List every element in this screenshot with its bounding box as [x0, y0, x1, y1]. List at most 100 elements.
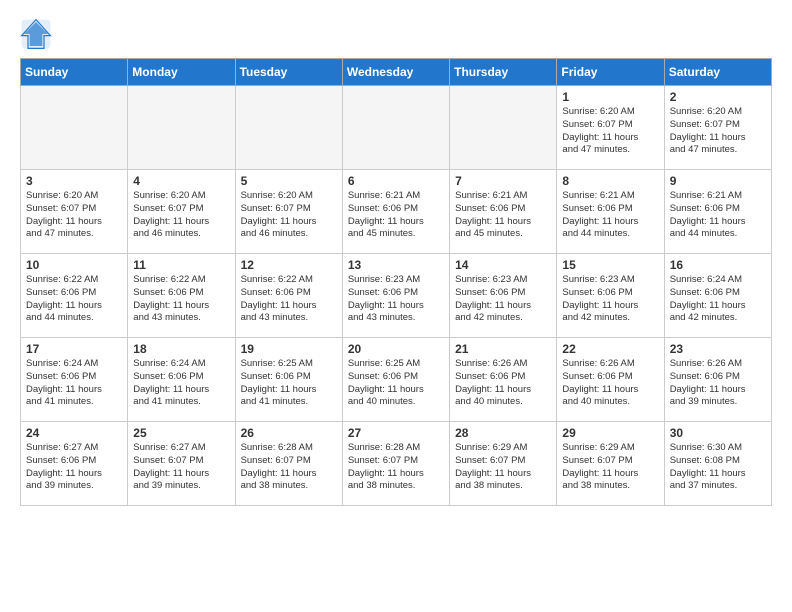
day-number: 6 [348, 174, 444, 188]
day-info: Sunrise: 6:29 AM Sunset: 6:07 PM Dayligh… [455, 442, 551, 493]
calendar-cell: 12 Sunrise: 6:22 AM Sunset: 6:06 PM Dayli… [235, 254, 342, 338]
calendar-cell: 30 Sunrise: 6:30 AM Sunset: 6:08 PM Dayli… [664, 422, 771, 506]
day-info: Sunrise: 6:23 AM Sunset: 6:06 PM Dayligh… [562, 274, 658, 325]
weekday-header-tuesday: Tuesday [235, 59, 342, 86]
day-info: Sunrise: 6:25 AM Sunset: 6:06 PM Dayligh… [241, 358, 337, 409]
day-info: Sunrise: 6:25 AM Sunset: 6:06 PM Dayligh… [348, 358, 444, 409]
calendar-cell [450, 86, 557, 170]
calendar-cell: 7 Sunrise: 6:21 AM Sunset: 6:06 PM Daylig… [450, 170, 557, 254]
day-info: Sunrise: 6:24 AM Sunset: 6:06 PM Dayligh… [133, 358, 229, 409]
day-info: Sunrise: 6:20 AM Sunset: 6:07 PM Dayligh… [241, 190, 337, 241]
day-number: 13 [348, 258, 444, 272]
day-number: 15 [562, 258, 658, 272]
day-info: Sunrise: 6:24 AM Sunset: 6:06 PM Dayligh… [670, 274, 766, 325]
day-number: 5 [241, 174, 337, 188]
calendar-week-4: 17 Sunrise: 6:24 AM Sunset: 6:06 PM Dayli… [21, 338, 772, 422]
calendar-cell: 2Sunrise: 6:20 AM Sunset: 6:07 PM Daylig… [664, 86, 771, 170]
calendar-week-3: 10 Sunrise: 6:22 AM Sunset: 6:06 PM Dayli… [21, 254, 772, 338]
calendar-cell: 21 Sunrise: 6:26 AM Sunset: 6:06 PM Dayli… [450, 338, 557, 422]
day-info: Sunrise: 6:20 AM Sunset: 6:07 PM Dayligh… [670, 106, 766, 157]
day-number: 1 [562, 90, 658, 104]
day-info: Sunrise: 6:22 AM Sunset: 6:06 PM Dayligh… [133, 274, 229, 325]
weekday-header-wednesday: Wednesday [342, 59, 449, 86]
day-info: Sunrise: 6:29 AM Sunset: 6:07 PM Dayligh… [562, 442, 658, 493]
calendar-cell: 16 Sunrise: 6:24 AM Sunset: 6:06 PM Dayli… [664, 254, 771, 338]
day-number: 30 [670, 426, 766, 440]
calendar-cell: 29 Sunrise: 6:29 AM Sunset: 6:07 PM Dayli… [557, 422, 664, 506]
day-info: Sunrise: 6:28 AM Sunset: 6:07 PM Dayligh… [348, 442, 444, 493]
calendar-cell: 26 Sunrise: 6:28 AM Sunset: 6:07 PM Dayli… [235, 422, 342, 506]
day-number: 11 [133, 258, 229, 272]
day-number: 23 [670, 342, 766, 356]
calendar-cell: 23Sunrise: 6:26 AM Sunset: 6:06 PM Dayli… [664, 338, 771, 422]
day-info: Sunrise: 6:26 AM Sunset: 6:06 PM Dayligh… [455, 358, 551, 409]
calendar-cell [21, 86, 128, 170]
weekday-header-friday: Friday [557, 59, 664, 86]
calendar-cell: 8 Sunrise: 6:21 AM Sunset: 6:06 PM Daylig… [557, 170, 664, 254]
day-info: Sunrise: 6:24 AM Sunset: 6:06 PM Dayligh… [26, 358, 122, 409]
calendar-cell: 25 Sunrise: 6:27 AM Sunset: 6:07 PM Dayli… [128, 422, 235, 506]
day-number: 21 [455, 342, 551, 356]
day-info: Sunrise: 6:30 AM Sunset: 6:08 PM Dayligh… [670, 442, 766, 493]
weekday-header-thursday: Thursday [450, 59, 557, 86]
calendar-cell: 15 Sunrise: 6:23 AM Sunset: 6:06 PM Dayli… [557, 254, 664, 338]
calendar-week-2: 3Sunrise: 6:20 AM Sunset: 6:07 PM Daylig… [21, 170, 772, 254]
calendar-cell: 10 Sunrise: 6:22 AM Sunset: 6:06 PM Dayli… [21, 254, 128, 338]
calendar-cell: 28Sunrise: 6:29 AM Sunset: 6:07 PM Dayli… [450, 422, 557, 506]
calendar-cell: 14 Sunrise: 6:23 AM Sunset: 6:06 PM Dayli… [450, 254, 557, 338]
day-info: Sunrise: 6:27 AM Sunset: 6:07 PM Dayligh… [133, 442, 229, 493]
day-info: Sunrise: 6:21 AM Sunset: 6:06 PM Dayligh… [348, 190, 444, 241]
day-info: Sunrise: 6:20 AM Sunset: 6:07 PM Dayligh… [133, 190, 229, 241]
day-number: 17 [26, 342, 122, 356]
day-info: Sunrise: 6:21 AM Sunset: 6:06 PM Dayligh… [562, 190, 658, 241]
calendar-cell: 5 Sunrise: 6:20 AM Sunset: 6:07 PM Daylig… [235, 170, 342, 254]
calendar-cell: 18 Sunrise: 6:24 AM Sunset: 6:06 PM Dayli… [128, 338, 235, 422]
calendar-cell: 24 Sunrise: 6:27 AM Sunset: 6:06 PM Dayli… [21, 422, 128, 506]
day-info: Sunrise: 6:21 AM Sunset: 6:06 PM Dayligh… [455, 190, 551, 241]
calendar-cell: 19 Sunrise: 6:25 AM Sunset: 6:06 PM Dayli… [235, 338, 342, 422]
day-number: 18 [133, 342, 229, 356]
day-number: 9 [670, 174, 766, 188]
calendar-cell: 20 Sunrise: 6:25 AM Sunset: 6:06 PM Dayli… [342, 338, 449, 422]
day-number: 24 [26, 426, 122, 440]
calendar-cell: 22Sunrise: 6:26 AM Sunset: 6:06 PM Dayli… [557, 338, 664, 422]
day-info: Sunrise: 6:22 AM Sunset: 6:06 PM Dayligh… [241, 274, 337, 325]
day-number: 16 [670, 258, 766, 272]
day-number: 20 [348, 342, 444, 356]
calendar-cell: 27 Sunrise: 6:28 AM Sunset: 6:07 PM Dayli… [342, 422, 449, 506]
day-info: Sunrise: 6:20 AM Sunset: 6:07 PM Dayligh… [26, 190, 122, 241]
calendar-cell [128, 86, 235, 170]
day-number: 10 [26, 258, 122, 272]
weekday-header-saturday: Saturday [664, 59, 771, 86]
day-number: 4 [133, 174, 229, 188]
day-number: 22 [562, 342, 658, 356]
day-number: 7 [455, 174, 551, 188]
day-info: Sunrise: 6:21 AM Sunset: 6:06 PM Dayligh… [670, 190, 766, 241]
weekday-header-row: SundayMondayTuesdayWednesdayThursdayFrid… [21, 59, 772, 86]
calendar-cell: 1 Sunrise: 6:20 AM Sunset: 6:07 PM Daylig… [557, 86, 664, 170]
calendar-cell [342, 86, 449, 170]
day-number: 14 [455, 258, 551, 272]
day-number: 25 [133, 426, 229, 440]
calendar-cell: 4 Sunrise: 6:20 AM Sunset: 6:07 PM Daylig… [128, 170, 235, 254]
day-number: 27 [348, 426, 444, 440]
day-info: Sunrise: 6:28 AM Sunset: 6:07 PM Dayligh… [241, 442, 337, 493]
day-number: 8 [562, 174, 658, 188]
calendar-cell: 3Sunrise: 6:20 AM Sunset: 6:07 PM Daylig… [21, 170, 128, 254]
day-number: 19 [241, 342, 337, 356]
day-number: 12 [241, 258, 337, 272]
day-info: Sunrise: 6:23 AM Sunset: 6:06 PM Dayligh… [455, 274, 551, 325]
calendar-week-5: 24 Sunrise: 6:27 AM Sunset: 6:06 PM Dayli… [21, 422, 772, 506]
calendar-cell: 17 Sunrise: 6:24 AM Sunset: 6:06 PM Dayli… [21, 338, 128, 422]
calendar-cell: 13 Sunrise: 6:23 AM Sunset: 6:06 PM Dayli… [342, 254, 449, 338]
day-info: Sunrise: 6:22 AM Sunset: 6:06 PM Dayligh… [26, 274, 122, 325]
weekday-header-monday: Monday [128, 59, 235, 86]
day-number: 26 [241, 426, 337, 440]
day-info: Sunrise: 6:23 AM Sunset: 6:06 PM Dayligh… [348, 274, 444, 325]
weekday-header-sunday: Sunday [21, 59, 128, 86]
day-info: Sunrise: 6:27 AM Sunset: 6:06 PM Dayligh… [26, 442, 122, 493]
calendar-week-1: 1 Sunrise: 6:20 AM Sunset: 6:07 PM Daylig… [21, 86, 772, 170]
day-number: 29 [562, 426, 658, 440]
day-info: Sunrise: 6:20 AM Sunset: 6:07 PM Dayligh… [562, 106, 658, 157]
calendar-table: SundayMondayTuesdayWednesdayThursdayFrid… [20, 58, 772, 506]
